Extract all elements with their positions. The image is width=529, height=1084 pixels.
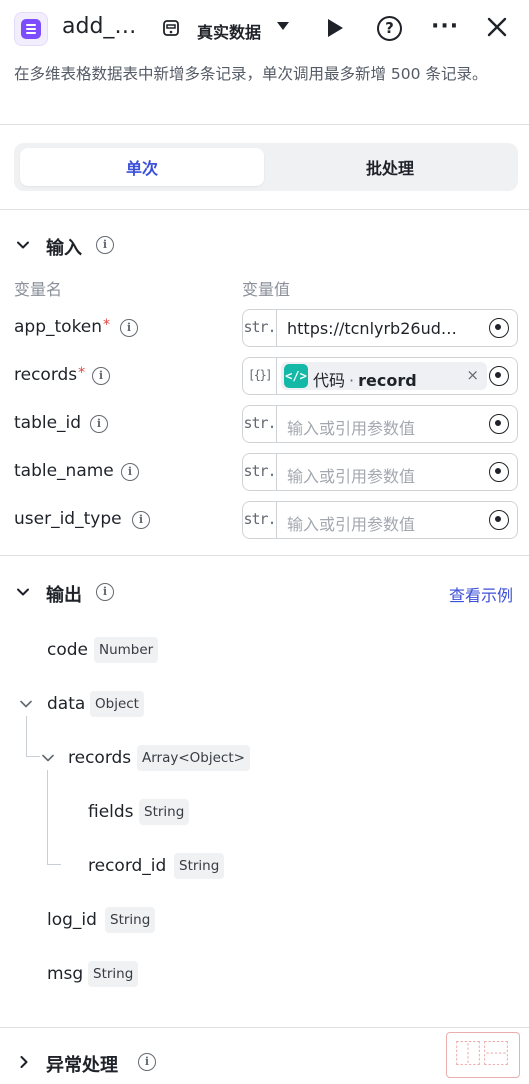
output-field-name: msg [47,964,84,984]
info-icon[interactable]: i [132,511,150,529]
info-icon[interactable]: i [90,415,108,433]
list-icon [14,12,48,46]
ref-name: record [358,371,417,390]
output-field-name: log_id [47,910,97,930]
type-badge: Number [94,637,159,663]
divider [0,1027,529,1028]
watermark-seal: ⿰⿱ [446,1032,520,1078]
type-badge: Array<Object> [137,745,250,771]
table-name-field[interactable]: str. 输入或引用参数值 [242,453,518,491]
node-description: 在多维表格数据表中新增多条记录，单次调用最多新增 500 条记录。 [14,65,488,83]
type-badge: String [88,961,139,987]
type-selector[interactable]: str. [243,310,277,346]
tab-single[interactable]: 单次 [20,148,264,186]
param-label-app-token: app_token* [14,317,111,337]
output-section-title[interactable]: 输出 [46,581,82,607]
type-badge: String [139,799,190,825]
output-field-name: code [47,640,88,660]
chevron-down-icon[interactable] [277,22,289,30]
reference-icon[interactable] [489,462,509,482]
column-header-value: 变量值 [242,280,291,299]
chevron-down-icon[interactable] [20,698,32,710]
info-icon[interactable]: i [138,1053,156,1071]
param-label-user-id-type: user_id_type [14,509,122,529]
required-mark: * [103,317,111,333]
output-field-name: data [47,694,86,714]
table-name-input[interactable]: 输入或引用参数值 [287,463,477,487]
type-selector[interactable]: [{}] [243,358,277,394]
tree-connector [47,770,48,864]
divider [0,209,529,210]
app-token-field[interactable]: str. https://tcnlyrb26ud… [242,309,518,347]
type-badge: Object [90,691,144,717]
node-header: add_… 真实数据 ? ··· [0,0,529,58]
view-example-link[interactable]: 查看示例 [449,582,513,606]
chevron-right-icon[interactable] [18,1056,30,1068]
type-selector[interactable]: str. [243,406,277,442]
type-selector[interactable]: str. [243,454,277,490]
ref-separator: · [349,371,355,390]
tab-batch[interactable]: 批处理 [268,148,512,186]
table-id-input[interactable]: 输入或引用参数值 [287,415,477,439]
info-icon[interactable]: i [92,367,110,385]
output-field-name: records [68,748,132,768]
reference-icon[interactable] [489,510,509,530]
app-token-value[interactable]: https://tcnlyrb26ud… [287,319,477,338]
tree-connector [26,756,40,757]
exception-section-title[interactable]: 异常处理 [46,1051,118,1077]
datasource-icon[interactable] [162,19,180,37]
close-icon[interactable] [486,16,508,38]
user-id-type-input[interactable]: 输入或引用参数值 [287,511,477,535]
info-icon[interactable]: i [96,583,114,601]
param-label-table-name: table_name [14,461,114,481]
divider [0,555,529,556]
records-field[interactable]: [{}] </> 代码 · record × [242,357,518,395]
node-title[interactable]: add_… [62,14,136,39]
required-mark: * [78,365,86,381]
reference-icon[interactable] [489,414,509,434]
reference-chip[interactable]: </> 代码 · record × [281,362,487,390]
type-selector[interactable]: str. [243,502,277,538]
type-badge: String [105,907,156,933]
output-field-name: record_id [88,856,167,876]
info-icon[interactable]: i [121,463,139,481]
more-icon[interactable]: ··· [431,16,459,38]
info-icon[interactable]: i [120,319,138,337]
tree-connector [26,716,27,756]
table-id-field[interactable]: str. 输入或引用参数值 [242,405,518,443]
param-label-table-id: table_id [14,413,82,433]
clear-icon[interactable]: × [466,366,479,384]
reference-icon[interactable] [489,318,509,338]
type-badge: String [174,853,225,879]
divider [0,124,529,125]
chevron-down-icon[interactable] [17,239,29,251]
chevron-down-icon[interactable] [42,752,54,764]
play-icon[interactable] [328,19,343,37]
mode-tabs: 单次 批处理 [14,143,518,191]
info-icon[interactable]: i [96,236,114,254]
tree-connector [47,864,61,865]
user-id-type-field[interactable]: str. 输入或引用参数值 [242,501,518,539]
chevron-down-icon[interactable] [17,586,29,598]
ref-source: 代码 [313,371,346,390]
column-header-name: 变量名 [14,280,63,299]
param-label-records: records* [14,365,86,385]
code-icon: </> [284,364,308,388]
help-icon[interactable]: ? [377,16,402,41]
input-section-title[interactable]: 输入 [46,234,82,260]
data-source-select[interactable]: 真实数据 [197,19,261,43]
output-field-name: fields [88,802,134,822]
reference-icon[interactable] [489,366,509,386]
